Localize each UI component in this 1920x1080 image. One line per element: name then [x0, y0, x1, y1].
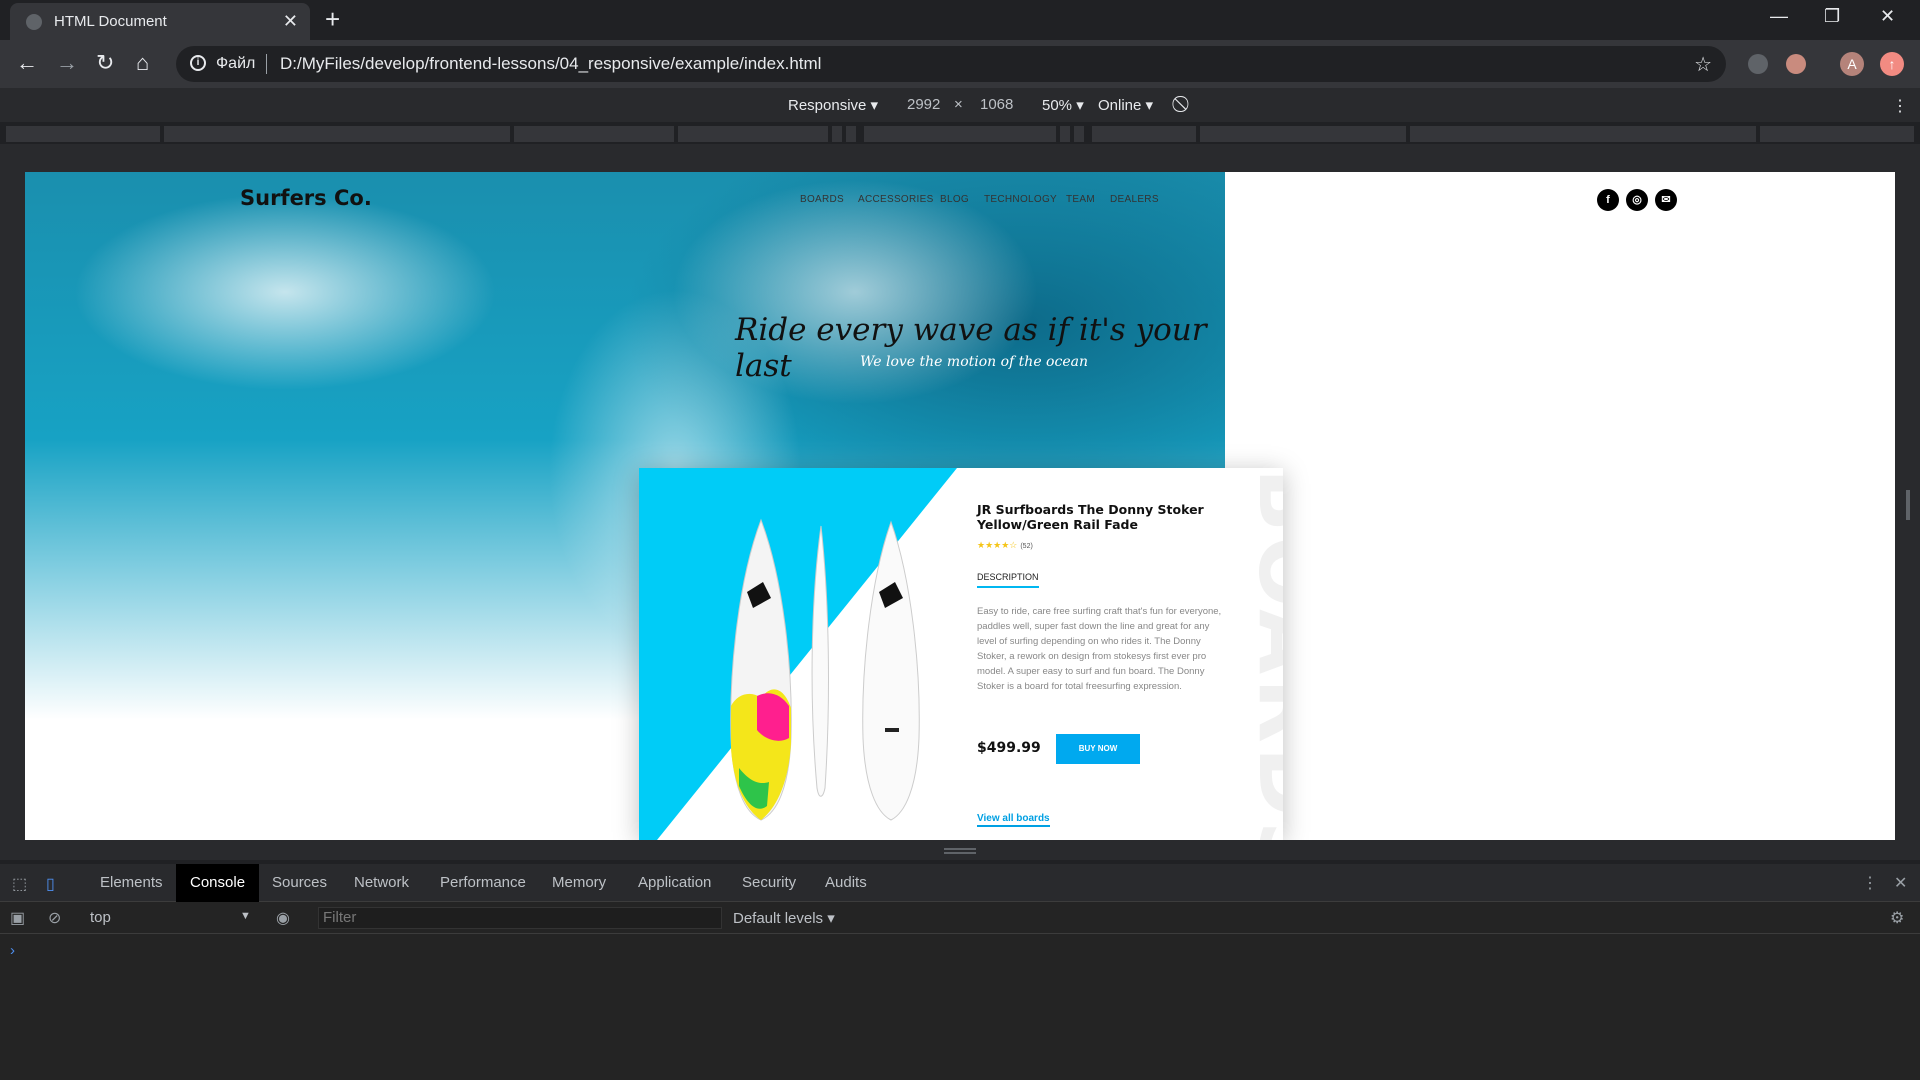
url-text[interactable]: D:/MyFiles/develop/frontend-lessons/04_r…	[280, 54, 821, 74]
chevron-down-icon[interactable]: ▼	[240, 910, 251, 922]
width-input[interactable]: 2992	[907, 96, 940, 113]
devtools-close-icon[interactable]: ✕	[1894, 873, 1907, 893]
nav-accessories[interactable]: ACCESSORIES	[858, 194, 934, 205]
site-logo[interactable]: Surfers Co.	[240, 186, 372, 210]
facebook-icon[interactable]: f	[1597, 189, 1619, 211]
minimize-button[interactable]: —	[1770, 6, 1788, 27]
tab-strip: HTML Document ✕ + — ❐ ✕	[0, 0, 1920, 40]
media-query-segment[interactable]	[864, 126, 1056, 142]
hero-tagline: Ride every wave as if it's your last	[735, 312, 1207, 384]
review-count: (52)	[1020, 543, 1033, 550]
media-query-segment[interactable]	[1200, 126, 1406, 142]
hero-subtagline: We love the motion of the ocean	[860, 354, 1088, 370]
address-bar[interactable]: i Файл D:/MyFiles/develop/frontend-lesso…	[176, 46, 1726, 82]
tab-close-icon[interactable]: ✕	[283, 11, 298, 32]
separator	[266, 54, 267, 74]
nav-boards[interactable]: BOARDS	[800, 194, 844, 205]
protocol-label: Файл	[216, 55, 256, 72]
tab-network[interactable]: Network	[354, 864, 409, 902]
browser-toolbar: ← → ↻ ⌂ i Файл D:/MyFiles/develop/fronte…	[0, 40, 1920, 88]
media-query-segment[interactable]	[6, 126, 160, 142]
tab-sources[interactable]: Sources	[272, 864, 327, 902]
nav-technology[interactable]: TECHNOLOGY	[984, 194, 1057, 205]
network-select[interactable]: Online ▾	[1098, 96, 1153, 114]
nav-team[interactable]: TEAM	[1066, 194, 1095, 205]
viewport-width-handle[interactable]	[1906, 490, 1910, 520]
product-rating: ★★★★☆ (52)	[977, 540, 1033, 551]
update-icon[interactable]: ↑	[1880, 52, 1904, 76]
media-query-segment[interactable]	[164, 126, 510, 142]
tab-security[interactable]: Security	[742, 864, 796, 902]
height-input[interactable]: 1068	[980, 96, 1013, 113]
globe-icon	[26, 14, 42, 30]
back-arrow-icon[interactable]: ←	[16, 49, 38, 77]
product-title: JR Surfboards The Donny Stoker Yellow/Gr…	[977, 502, 1204, 532]
media-query-bar	[0, 124, 1920, 144]
devtools-tabbar: ⬚ ▯ Elements Console Sources Network Per…	[0, 864, 1920, 902]
console-prompt[interactable]: ›	[10, 942, 15, 959]
product-card: BOARDS JR Surfboards The Donny Stoker Ye…	[639, 468, 1283, 840]
info-icon[interactable]: i	[190, 55, 206, 71]
buy-now-button[interactable]: BUY NOW	[1056, 734, 1140, 764]
device-toolbar: Responsive ▾ 2992 × 1068 50% ▾ Online ▾ …	[0, 88, 1920, 122]
tab-memory[interactable]: Memory	[552, 864, 606, 902]
console-filter-bar: ▣ ⊘ top ▼ ◉ Filter Default levels ▾ ⚙	[0, 902, 1920, 934]
media-query-segment[interactable]	[678, 126, 828, 142]
settings-gear-icon[interactable]: ⚙	[1890, 908, 1904, 928]
devtools-menu-icon[interactable]: ⋮	[1862, 873, 1878, 893]
log-levels-select[interactable]: Default levels ▾	[733, 909, 835, 927]
tab-elements[interactable]: Elements	[100, 864, 163, 902]
restore-button[interactable]: ❐	[1824, 6, 1840, 27]
media-query-segment[interactable]	[1060, 126, 1070, 142]
product-price: $499.99	[977, 740, 1041, 756]
nav-dealers[interactable]: DEALERS	[1110, 194, 1159, 205]
zoom-select[interactable]: 50% ▾	[1042, 96, 1084, 114]
product-description: Easy to ride, care free surfing craft th…	[977, 606, 1222, 692]
bookmark-star-icon[interactable]: ☆	[1694, 52, 1712, 77]
extension-paw-icon[interactable]	[1748, 54, 1768, 74]
emulated-page: Surfers Co. BOARDS ACCESSORIES BLOG TECH…	[25, 172, 1895, 840]
extension-icon[interactable]	[1786, 54, 1806, 74]
media-query-segment[interactable]	[832, 126, 842, 142]
forward-arrow-icon[interactable]: →	[56, 49, 78, 77]
view-all-boards-link[interactable]: View all boards	[977, 813, 1050, 827]
mail-icon[interactable]: ✉	[1655, 189, 1677, 211]
viewport-resize-handle[interactable]	[944, 848, 976, 854]
device-select[interactable]: Responsive ▾	[788, 96, 878, 114]
reload-icon[interactable]: ↻	[96, 49, 114, 77]
description-tab[interactable]: DESCRIPTION	[977, 572, 1039, 588]
rating-stars-icon: ★★★★☆	[977, 540, 1018, 550]
dimension-times: ×	[954, 96, 963, 113]
new-tab-button[interactable]: +	[325, 6, 340, 32]
tab-application[interactable]: Application	[638, 864, 711, 902]
media-query-segment[interactable]	[1760, 126, 1914, 142]
tab-performance[interactable]: Performance	[440, 864, 526, 902]
home-icon[interactable]: ⌂	[136, 49, 149, 77]
browser-tab[interactable]: HTML Document ✕	[10, 3, 310, 40]
media-query-segment[interactable]	[1074, 126, 1084, 142]
profile-avatar[interactable]: A	[1840, 52, 1864, 76]
media-query-segment[interactable]	[1410, 126, 1756, 142]
close-window-button[interactable]: ✕	[1880, 6, 1895, 27]
tab-console[interactable]: Console	[176, 864, 260, 902]
inspect-element-icon[interactable]: ⬚	[12, 874, 27, 894]
clear-console-icon[interactable]: ⊘	[48, 908, 61, 928]
nav-blog[interactable]: BLOG	[940, 194, 969, 205]
filter-input[interactable]: Filter	[318, 907, 722, 929]
context-select[interactable]: top	[90, 909, 111, 926]
instagram-icon[interactable]: ◎	[1626, 189, 1648, 211]
media-query-segment[interactable]	[514, 126, 674, 142]
boards-watermark: BOARDS	[1240, 468, 1283, 840]
tab-title: HTML Document	[54, 13, 167, 30]
more-options-icon[interactable]: ⋮	[1892, 96, 1908, 116]
media-query-segment[interactable]	[1092, 126, 1196, 142]
devtools-panel: ⬚ ▯ Elements Console Sources Network Per…	[0, 864, 1920, 1080]
device-toggle-icon[interactable]: ▯	[46, 874, 55, 894]
media-query-segment[interactable]	[846, 126, 856, 142]
tab-audits[interactable]: Audits	[825, 864, 867, 902]
sidebar-toggle-icon[interactable]: ▣	[10, 908, 25, 928]
eye-icon[interactable]: ◉	[276, 908, 290, 928]
